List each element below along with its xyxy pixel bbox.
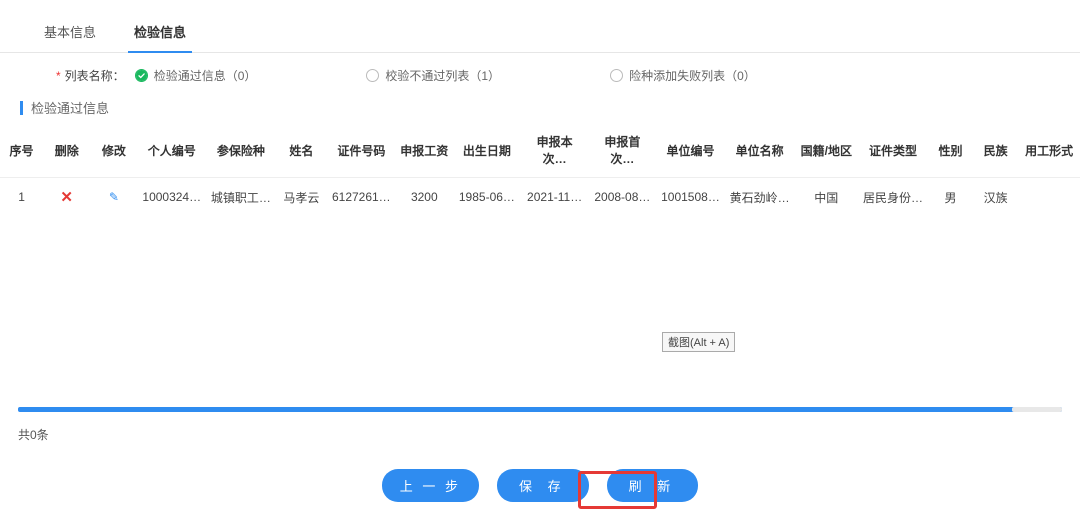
th-unitname: 单位名称 (725, 123, 795, 178)
tab-bar: 基本信息 检验信息 (0, 6, 1080, 53)
th-birth: 出生日期 (453, 123, 521, 178)
th-personno: 个人编号 (138, 123, 206, 178)
cell-seq: 1 (0, 178, 43, 217)
th-delete: 删除 (43, 123, 90, 178)
button-bar: 上 一 步 保 存 刷 新 (0, 469, 1080, 502)
th-gender: 性别 (928, 123, 973, 178)
radio-addfail-label: 险种添加失败列表（0） (629, 67, 756, 84)
th-ethnic: 民族 (973, 123, 1018, 178)
cell-ins: 城镇职工… (206, 178, 276, 217)
radio-pass[interactable]: 检验通过信息（0） (135, 67, 257, 84)
tab-inspect[interactable]: 检验信息 (128, 14, 192, 53)
section-accent-bar (20, 101, 23, 115)
th-edit: 修改 (90, 123, 137, 178)
th-workform: 用工形式 (1018, 123, 1080, 178)
cell-rfirst: 2008-08… (589, 178, 657, 217)
prev-button[interactable]: 上 一 步 (382, 469, 479, 502)
cell-name: 马孝云 (276, 178, 327, 217)
section-title-text: 检验通过信息 (31, 98, 109, 117)
screenshot-hint: 截图(Alt + A) (662, 332, 735, 352)
cell-workform (1018, 178, 1080, 217)
th-ins: 参保险种 (206, 123, 276, 178)
table-header-row: 序号 删除 修改 个人编号 参保险种 姓名 证件号码 申报工资 出生日期 申报本… (0, 123, 1080, 178)
cell-gender: 男 (928, 178, 973, 217)
cell-cert: 居民身份… (858, 178, 928, 217)
cell-unitname: 黄石劲岭… (725, 178, 795, 217)
record-count: 共0条 (18, 426, 49, 443)
edit-icon[interactable]: ✎ (109, 190, 119, 204)
table-row[interactable]: 1 ✕ ✎ 100032​4… 城镇职工… 马孝云 6127261… 3200 … (0, 178, 1080, 217)
horizontal-scrollbar[interactable] (18, 407, 1062, 412)
tab-basic[interactable]: 基本信息 (38, 14, 102, 52)
th-unitno: 单位编号 (656, 123, 724, 178)
refresh-button[interactable]: 刷 新 (607, 469, 699, 502)
filter-row: * 列表名称： 检验通过信息（0） 校验不通过列表（1） 险种添加失败列表（0） (0, 53, 1080, 94)
th-cert: 证件类型 (858, 123, 928, 178)
cell-ethnic: 汉族 (973, 178, 1018, 217)
required-mark: * (56, 69, 61, 83)
cell-birth: 1985-06… (453, 178, 521, 217)
th-rthis: 申报本次… (521, 123, 589, 178)
radio-fail-label: 校验不通过列表（1） (385, 67, 500, 84)
radio-icon (366, 69, 379, 82)
th-rfirst: 申报首次… (589, 123, 657, 178)
cell-rthis: 2021-11… (521, 178, 589, 217)
th-nation: 国籍/地区 (795, 123, 859, 178)
section-title: 检验通过信息 (0, 94, 1080, 123)
save-button[interactable]: 保 存 (497, 469, 589, 502)
th-name: 姓名 (276, 123, 327, 178)
th-wage: 申报工资 (396, 123, 453, 178)
th-seq: 序号 (0, 123, 43, 178)
cell-unitno: 1001508… (656, 178, 724, 217)
delete-icon[interactable]: ✕ (60, 189, 73, 206)
radio-pass-label: 检验通过信息（0） (154, 67, 257, 84)
data-table: 序号 删除 修改 个人编号 参保险种 姓名 证件号码 申报工资 出生日期 申报本… (0, 123, 1080, 216)
cell-personno: 100032​4… (138, 178, 206, 217)
scrollbar-track-end (1012, 407, 1062, 412)
radio-addfail[interactable]: 险种添加失败列表（0） (610, 67, 756, 84)
filter-label: 列表名称： (65, 67, 125, 84)
th-idno: 证件号码 (327, 123, 395, 178)
check-circle-icon (135, 69, 148, 82)
radio-fail[interactable]: 校验不通过列表（1） (366, 67, 500, 84)
cell-nation: 中国 (795, 178, 859, 217)
radio-icon (610, 69, 623, 82)
cell-wage: 3200 (396, 178, 453, 217)
cell-idno: 6127261… (327, 178, 395, 217)
